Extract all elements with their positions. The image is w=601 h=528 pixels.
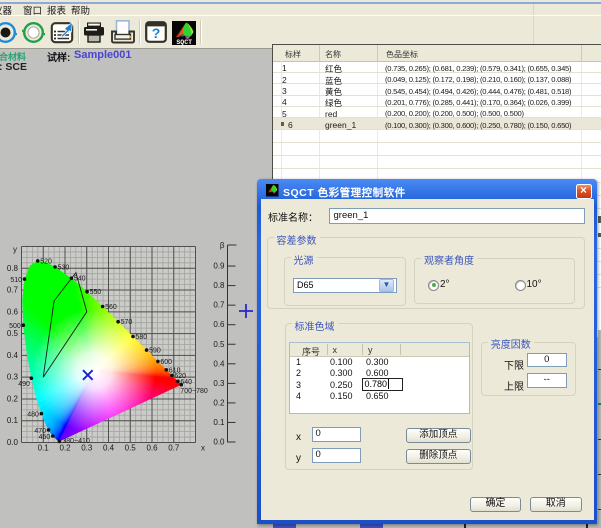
svg-text:0.8: 0.8 — [7, 264, 19, 273]
svg-text:490: 490 — [18, 381, 30, 388]
svg-text:520: 520 — [40, 258, 52, 265]
svg-text:SQCT: SQCT — [176, 39, 192, 45]
svg-text:580: 580 — [136, 334, 148, 341]
svg-text:600: 600 — [160, 359, 172, 366]
svg-text:590: 590 — [149, 348, 161, 355]
svg-text:530: 530 — [58, 265, 70, 272]
svg-text:0.2: 0.2 — [7, 394, 19, 403]
svg-text:510: 510 — [10, 277, 22, 284]
svg-text:540: 540 — [74, 276, 86, 283]
svg-text:0.0: 0.0 — [213, 438, 225, 447]
svg-text:0.5: 0.5 — [7, 329, 19, 338]
svg-text:0.7: 0.7 — [168, 444, 180, 453]
svg-text:0.8: 0.8 — [213, 281, 225, 290]
svg-text:0.2: 0.2 — [59, 444, 71, 453]
svg-text:0.4: 0.4 — [7, 351, 19, 360]
svg-text:0.3: 0.3 — [81, 444, 93, 453]
svg-text:0.4: 0.4 — [103, 444, 115, 453]
svg-text:0.4: 0.4 — [213, 359, 225, 368]
svg-text:0.3: 0.3 — [213, 379, 225, 388]
svg-text:0.6: 0.6 — [213, 320, 225, 329]
svg-text:y: y — [13, 245, 17, 254]
svg-text:0.6: 0.6 — [7, 307, 19, 316]
svg-text:460: 460 — [39, 434, 51, 441]
svg-text:x: x — [201, 444, 205, 453]
svg-text:0.1: 0.1 — [38, 444, 50, 453]
svg-text:0.0: 0.0 — [7, 438, 19, 447]
svg-text:0.5: 0.5 — [125, 444, 137, 453]
svg-text:0.1: 0.1 — [213, 418, 225, 427]
svg-text:480: 480 — [27, 412, 39, 419]
svg-text:0.7: 0.7 — [7, 286, 19, 295]
svg-text:0.5: 0.5 — [213, 340, 225, 349]
svg-text:700~780: 700~780 — [180, 388, 208, 395]
svg-text:550: 550 — [90, 289, 102, 296]
svg-text:0.1: 0.1 — [7, 416, 19, 425]
svg-text:0.2: 0.2 — [213, 398, 225, 407]
svg-text:570: 570 — [121, 319, 133, 326]
svg-text:0.6: 0.6 — [146, 444, 158, 453]
svg-text:0.3: 0.3 — [7, 373, 19, 382]
svg-text:0.9: 0.9 — [213, 262, 225, 271]
svg-text:560: 560 — [105, 304, 117, 311]
svg-text:0.7: 0.7 — [213, 301, 225, 310]
svg-text:?: ? — [152, 25, 161, 41]
svg-text:β: β — [220, 241, 225, 250]
